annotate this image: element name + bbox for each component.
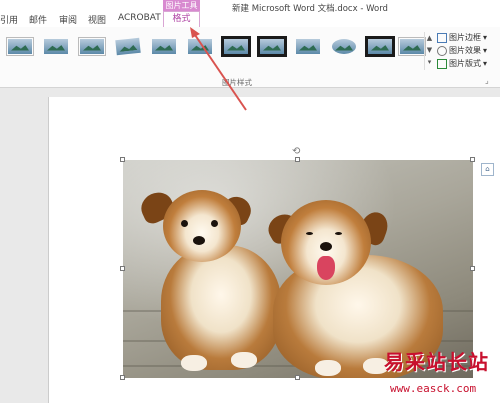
watermark-url: www.easck.com xyxy=(390,382,477,395)
watermark-title: 易采站长站 xyxy=(384,350,489,374)
annotation-arrow-line xyxy=(192,31,247,111)
annotation-arrow xyxy=(190,27,247,111)
annotation-arrow-head xyxy=(190,27,200,38)
